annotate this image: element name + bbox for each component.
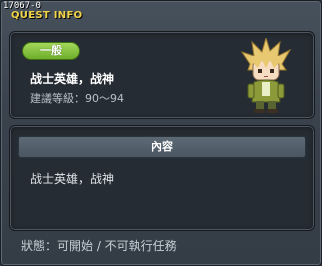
quest-name: 战士英雄，战神	[30, 72, 115, 86]
content-text: 战士英雄，战神	[30, 172, 115, 186]
window-title: QUEST INFO	[11, 10, 83, 21]
content-section-header: 內容	[18, 136, 306, 158]
category-badge: 一般	[22, 42, 80, 60]
quest-content-panel: 內容 战士英雄，战神	[9, 125, 315, 231]
npc-portrait	[240, 38, 292, 113]
recommended-level: 建議等級：90～94	[30, 92, 124, 105]
quest-summary-panel: 一般 战士英雄，战神 建議等級：90～94	[9, 31, 315, 119]
quest-info-window: 17067-0 QUEST INFO 一般 战士英雄，战神 建議等級：90～94	[0, 0, 322, 266]
quest-status: 狀態：可開始 / 不可執行任務	[21, 239, 177, 253]
